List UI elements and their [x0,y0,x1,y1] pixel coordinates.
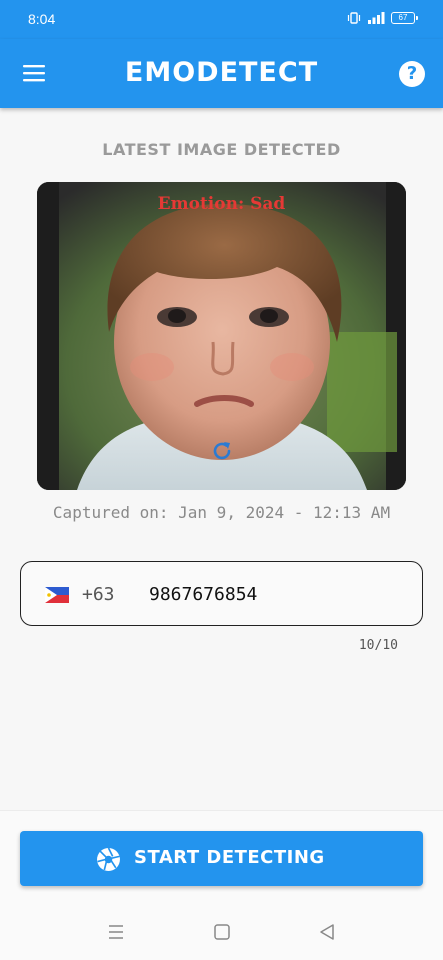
section-heading: LATEST IMAGE DETECTED [102,140,341,159]
phone-number-field[interactable]: +63 9867676854 [20,561,423,626]
recent-apps-icon[interactable] [106,922,126,942]
battery-icon: 67 [391,12,418,24]
vibrate-icon [347,12,361,24]
system-nav-bar [0,912,443,960]
help-icon[interactable]: ? [399,61,425,87]
phone-number-input[interactable]: 9867676854 [149,584,257,605]
app-title: EMODETECT [124,57,319,88]
philippines-flag-icon[interactable] [45,587,69,603]
start-detecting-button[interactable]: START DETECTING [20,831,423,886]
refresh-button[interactable] [210,439,234,463]
emotion-label: Emotion: Sad [157,194,286,214]
country-code[interactable]: +63 [82,584,115,605]
status-icons: 67 [347,11,418,25]
start-detecting-label: START DETECTING [134,847,325,868]
latest-image-card: Emotion: Sad [37,182,406,490]
signal-icon [368,12,385,24]
refresh-icon [213,442,231,460]
aperture-icon [97,847,120,871]
back-icon[interactable] [317,922,337,942]
status-time: 8:04 [28,11,56,27]
app-bar: EMODETECT ? [0,39,443,108]
character-counter: 10/10 [358,638,398,653]
home-icon[interactable] [212,922,232,942]
status-bar: 8:04 67 [0,0,443,39]
captured-timestamp: Captured on: Jan 9, 2024 - 12:13 AM [52,503,391,522]
